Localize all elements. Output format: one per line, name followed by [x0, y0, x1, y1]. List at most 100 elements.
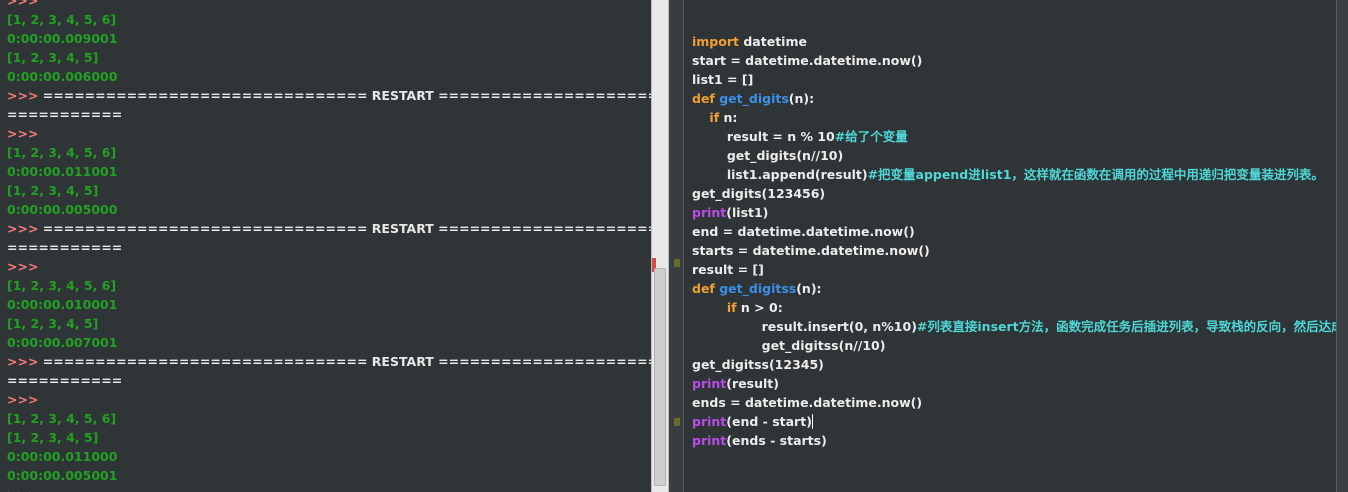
code-line[interactable]: get_digitss(12345)	[692, 355, 1336, 374]
shell-output-line: [1, 2, 3, 4, 5]	[7, 430, 99, 445]
shell-prompt: >>>	[7, 0, 39, 8]
code-line[interactable]: print(list1)	[692, 203, 1336, 222]
code-line[interactable]: print(result)	[692, 374, 1336, 393]
shell-output-line: [1, 2, 3, 4, 5, 6]	[7, 278, 117, 293]
code-editor-pane[interactable]: import datetime start = datetime.datetime…	[672, 0, 1348, 492]
code-token: result = []	[692, 262, 764, 277]
code-token: end = datetime.datetime.now()	[692, 224, 915, 239]
text-cursor	[811, 414, 813, 429]
code-line[interactable]: end = datetime.datetime.now()	[692, 222, 1336, 241]
code-comment: #给了个变量	[834, 129, 908, 144]
code-keyword: def	[692, 281, 715, 296]
shell-prompt: >>>	[7, 485, 645, 492]
shell-prompt: >>>	[7, 354, 39, 369]
code-token: result = n % 10	[692, 129, 835, 144]
code-line[interactable]: result = []	[692, 260, 1336, 279]
code-token: (list1)	[726, 205, 769, 220]
shell-prompt: >>>	[7, 221, 39, 236]
code-line[interactable]: if n > 0:	[692, 298, 1336, 317]
code-comment: #列表直接insert方法，函数完成任务后插进列表，导致栈的反向，然后达成	[916, 319, 1344, 334]
restart-banner: >>> =============================== REST…	[7, 219, 651, 238]
code-lines[interactable]: import datetime start = datetime.datetime…	[692, 32, 1344, 450]
gutter-marker	[674, 418, 680, 426]
code-function-name: get_digits	[719, 91, 789, 106]
code-function-name: get_digitss	[719, 281, 797, 296]
restart-text: =============================== RESTART …	[38, 88, 651, 103]
code-line[interactable]: result = n % 10#给了个变量	[692, 127, 1336, 146]
shell-prompt: >>>	[7, 392, 39, 407]
shell-output-line: 0:00:00.007001	[7, 335, 118, 350]
code-line[interactable]: starts = datetime.datetime.now()	[692, 241, 1336, 260]
code-token: n > 0:	[736, 300, 783, 315]
code-line[interactable]: get_digitss(n//10)	[692, 336, 1336, 355]
shell-output-line: [1, 2, 3, 4, 5, 6]	[7, 411, 117, 426]
code-line[interactable]: list1.append(result)#把变量append进list1，这样就…	[692, 165, 1336, 184]
code-token: get_digitss(n//10)	[692, 338, 886, 353]
code-line[interactable]: def get_digits(n):	[692, 89, 1336, 108]
code-builtin: print	[692, 433, 727, 448]
shell-output-line: 0:00:00.010001	[7, 297, 118, 312]
code-line[interactable]: print(end - start)	[692, 412, 1336, 431]
shell-output-line: 0:00:00.005000	[7, 202, 118, 217]
restart-banner: >>> =============================== REST…	[7, 86, 651, 105]
gutter-marker	[674, 259, 680, 267]
editor-vertical-scrollbar[interactable]	[1336, 0, 1348, 492]
code-token: datetime	[739, 34, 807, 49]
restart-banner-continuation: ===========	[7, 240, 123, 255]
code-line[interactable]: if n:	[692, 108, 1336, 127]
code-token: starts = datetime.datetime.now()	[692, 243, 930, 258]
code-keyword: import	[692, 34, 739, 49]
scrollbar-thumb[interactable]	[654, 268, 666, 486]
code-line[interactable]: get_digits(123456)	[692, 184, 1336, 203]
code-token: (end - start)	[726, 414, 812, 429]
code-line[interactable]: def get_digitss(n):	[692, 279, 1336, 298]
code-token: result.insert(0, n%10)	[692, 319, 917, 334]
shell-lines: >>> [1, 2, 3, 4, 5, 6] 0:00:00.009001 [1, 2…	[7, 0, 651, 492]
shell-output-line: [1, 2, 3, 4, 5]	[7, 183, 99, 198]
code-line[interactable]: start = datetime.datetime.now()	[692, 51, 1336, 70]
shell-output-pane[interactable]: >>> [1, 2, 3, 4, 5, 6] 0:00:00.009001 [1, 2…	[0, 0, 651, 492]
code-builtin: print	[692, 205, 727, 220]
code-keyword: if	[726, 300, 737, 315]
shell-output-line: 0:00:00.011001	[7, 164, 118, 179]
code-line[interactable]: result.insert(0, n%10)#列表直接insert方法，函数完成…	[692, 317, 1344, 336]
restart-banner-continuation: ===========	[7, 107, 123, 122]
code-token: (result)	[726, 376, 779, 391]
code-token: ends = datetime.datetime.now()	[692, 395, 923, 410]
restart-banner: >>> =============================== REST…	[7, 352, 651, 371]
shell-prompt: >>>	[7, 259, 39, 274]
shell-vertical-scrollbar[interactable]	[651, 0, 669, 492]
shell-output-line: 0:00:00.011000	[7, 449, 118, 464]
code-token: get_digits(n//10)	[692, 148, 844, 163]
code-token: (n):	[788, 91, 815, 106]
shell-output-line: 0:00:00.005001	[7, 468, 118, 483]
code-line[interactable]: import datetime	[692, 32, 1336, 51]
code-keyword: def	[692, 91, 715, 106]
code-token: list1 = []	[692, 72, 754, 87]
restart-text: =============================== RESTART …	[38, 221, 651, 236]
shell-output-line: 0:00:00.009001	[7, 31, 118, 46]
code-token: get_digits(123456)	[692, 186, 826, 201]
code-line[interactable]: list1 = []	[692, 70, 1336, 89]
python-idle-workspace: >>> [1, 2, 3, 4, 5, 6] 0:00:00.009001 [1, 2…	[0, 0, 1348, 492]
shell-prompt: >>>	[7, 126, 39, 141]
editor-gutter	[672, 0, 684, 492]
code-builtin: print	[692, 414, 727, 429]
restart-banner-continuation: ===========	[7, 373, 123, 388]
code-token: list1.append(result)	[692, 167, 868, 182]
code-token: n:	[719, 110, 738, 125]
code-keyword: if	[709, 110, 720, 125]
code-token: (n):	[796, 281, 822, 296]
shell-output-line: [1, 2, 3, 4, 5]	[7, 50, 99, 65]
code-line[interactable]: print(ends - starts)	[692, 431, 1336, 450]
code-token: get_digitss(12345)	[692, 357, 824, 372]
shell-output-line: [1, 2, 3, 4, 5, 6]	[7, 145, 117, 160]
shell-output-line: [1, 2, 3, 4, 5, 6]	[7, 12, 117, 27]
shell-output-line: 0:00:00.006000	[7, 69, 118, 84]
code-token: start = datetime.datetime.now()	[692, 53, 923, 68]
code-line[interactable]: ends = datetime.datetime.now()	[692, 393, 1336, 412]
code-line[interactable]: get_digits(n//10)	[692, 146, 1336, 165]
code-builtin: print	[692, 376, 727, 391]
